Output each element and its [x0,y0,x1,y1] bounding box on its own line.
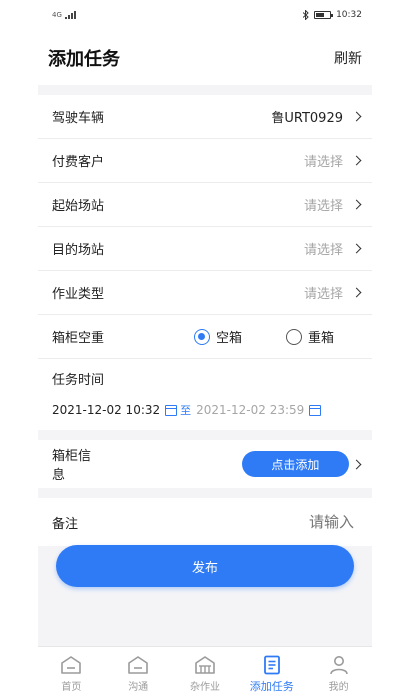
battery-icon [314,11,334,19]
chevron-right-icon [351,199,362,210]
container-label: 箱柜信息 [52,449,92,483]
chevron-right-icon [351,243,362,254]
tab-home[interactable]: 首页 [38,647,105,700]
empty-box-label: 空箱 [216,331,243,346]
tab-label: 沟通 [128,682,149,693]
load-state-radio-group: 空箱 重箱 [194,327,334,346]
calendar-icon[interactable] [309,404,322,416]
tab-profile[interactable]: 我的 [305,647,372,700]
status-right: 10:32 [303,10,362,20]
remark-label: 备注 [52,516,79,532]
task-form: 驾驶车辆 鲁URT0929 付费客户 请选择 起始场站 请选择 目的场站 请选择 [38,95,372,430]
radio-checked-icon [194,328,211,345]
customer-label: 付费客户 [52,155,105,170]
load-state-row: 箱柜空重 空箱 重箱 [38,315,372,359]
loaded-box-radio[interactable]: 重箱 [286,327,334,346]
vehicle-row[interactable]: 驾驶车辆 鲁URT0929 [38,95,372,139]
end-time-value[interactable]: 2021-12-02 23:59 [196,403,304,417]
chevron-right-icon[interactable] [351,459,362,469]
remark-input[interactable] [234,513,354,531]
signal-icon [64,11,76,19]
phone-screen: 4G 10:32 添加任务 刷新 驾驶车辆 鲁URT0929 付费客户 请选择 … [38,0,372,700]
start-time-value[interactable]: 2021-12-02 10:32 [52,403,160,417]
tab-chat[interactable]: 沟通 [105,647,172,700]
publish-button[interactable]: 发布 [56,545,354,587]
vehicle-label: 驾驶车辆 [52,111,105,126]
task-time-label: 任务时间 [52,373,105,388]
section-gap [38,488,372,498]
job-type-row[interactable]: 作业类型 请选择 [38,271,372,315]
job-type-label: 作业类型 [52,287,105,302]
remark-row: 备注 [38,498,372,546]
tab-add-task[interactable]: 添加任务 [238,647,305,700]
chevron-right-icon [351,111,362,122]
dest-station-placeholder: 请选择 [303,243,343,258]
home-icon [61,656,82,674]
section-gap [38,430,372,440]
job-type-placeholder: 请选择 [303,287,343,302]
document-icon [263,655,280,675]
tab-misc-jobs[interactable]: 杂作业 [172,647,239,700]
load-state-label: 箱柜空重 [52,331,105,346]
add-container-button[interactable]: 点击添加 [241,451,350,477]
loaded-box-label: 重箱 [308,331,335,346]
customer-row[interactable]: 付费客户 请选择 [38,139,372,183]
chat-icon [128,656,148,674]
dest-station-row[interactable]: 目的场站 请选择 [38,227,372,271]
start-station-placeholder: 请选择 [303,199,343,214]
calendar-icon[interactable] [165,404,178,416]
start-station-label: 起始场站 [52,199,105,214]
task-time-range: 2021-12-02 10:32 至 2021-12-02 23:59 [52,402,360,418]
bluetooth-icon [303,10,309,20]
bottom-tab-bar: 首页 沟通 杂作业 添加任务 我的 [38,646,372,700]
tab-label: 添加任务 [249,680,294,693]
tab-label: 杂作业 [189,682,220,693]
dest-station-label: 目的场站 [52,243,105,258]
status-bar: 4G 10:32 [38,0,372,30]
status-time: 10:32 [336,10,362,20]
empty-box-radio[interactable]: 空箱 [194,327,242,346]
person-icon [329,656,348,675]
radio-unchecked-icon [286,328,303,345]
network-label: 4G [52,11,62,19]
signal-area: 4G [52,11,79,19]
chevron-right-icon [351,287,362,298]
customer-placeholder: 请选择 [303,155,343,170]
page-header: 添加任务 刷新 [38,30,372,85]
tab-label: 首页 [61,682,82,693]
refresh-button[interactable]: 刷新 [334,48,362,68]
task-time-block: 任务时间 2021-12-02 10:32 至 2021-12-02 23:59 [38,359,372,430]
vehicle-value: 鲁URT0929 [271,111,343,126]
chevron-right-icon [351,155,362,166]
time-separator: 至 [180,404,192,417]
container-row: 箱柜信息 点击添加 [38,440,372,488]
start-station-row[interactable]: 起始场站 请选择 [38,183,372,227]
warehouse-icon [195,656,215,674]
tab-label: 我的 [328,682,349,693]
section-gap [38,85,372,95]
page-title: 添加任务 [48,48,120,70]
